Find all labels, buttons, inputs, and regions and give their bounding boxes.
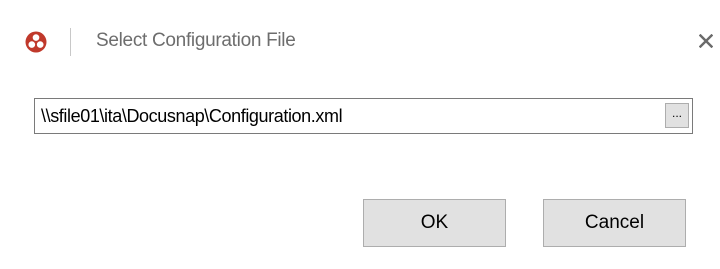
docusnap-logo-icon (25, 31, 47, 53)
cancel-button[interactable]: Cancel (543, 199, 686, 247)
dialog-title: Select Configuration File (96, 30, 296, 51)
close-button[interactable] (693, 28, 719, 58)
close-icon (698, 33, 714, 53)
config-path-input[interactable] (41, 99, 661, 133)
browse-button[interactable]: ... (665, 103, 689, 128)
dialog-titlebar: Select Configuration File (0, 0, 720, 86)
config-path-field: ... (34, 98, 693, 134)
title-separator (70, 28, 71, 56)
ok-button[interactable]: OK (363, 199, 506, 247)
